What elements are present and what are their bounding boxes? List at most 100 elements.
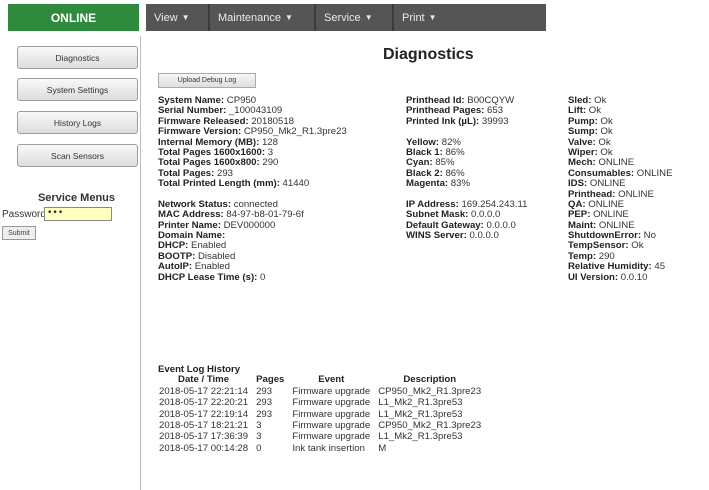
info-key: ShutdownError: [568,230,642,242]
info-value: Ok [586,105,602,117]
menu-service[interactable]: Service ▼ [316,4,394,31]
info-key: Subnet Mask: [406,209,469,221]
info-value: Ok [597,126,613,138]
info-value: Disabled [195,250,236,262]
table-row: 2018-05-17 00:14:28 0 Ink tank insertion M [157,442,487,454]
info-key: Valve: [568,136,596,148]
sidebar-button-diagnostics[interactable]: Diagnostics [17,46,138,69]
info-value: 293 [214,167,234,179]
table-cell: 2018-05-17 17:36:39 [159,431,249,443]
info-key: Printhead Id: [406,95,465,106]
info-key: Network Status: [158,198,232,210]
info-key: TempSensor: [568,240,629,252]
info-key: Firmware Version: [158,126,242,138]
submit-button[interactable]: Submit [2,226,36,240]
info-key: Relative Humidity: [568,261,652,273]
sidebar-button-history-logs[interactable]: History Logs [17,111,138,134]
info-key: Black 2: [406,167,443,179]
menu-bar: View ▼ Maintenance ▼ Service ▼ Print ▼ [146,4,546,31]
info-value: 653 [484,105,504,117]
system-info-column: System Name: CP950 Serial Number: _100043… [158,95,347,283]
upload-debug-log-button[interactable]: Upload Debug Log [158,73,256,88]
chevron-down-icon: ▼ [428,13,437,22]
info-value: 86% [442,146,465,158]
info-key: IP Address: [406,198,459,210]
info-key: Total Pages 1600x800: [158,157,260,169]
table-cell: Firmware upgrade [292,386,371,398]
menu-service-label: Service [324,11,361,24]
sidebar-button-scan-sensors[interactable]: Scan Sensors [17,144,138,167]
menu-maintenance-label: Maintenance [218,11,281,24]
info-key: Firmware Released: [158,115,249,127]
info-value: Ok [595,136,611,148]
chevron-down-icon: ▼ [364,13,373,22]
info-value: ONLINE [615,188,654,200]
info-value: 83% [448,178,470,190]
table-cell: 0 [256,442,262,454]
info-value: 128 [259,136,278,148]
info-value: 169.254.243.11 [458,198,528,210]
info-value: Enabled [188,240,227,252]
info-row: DHCP Lease Time (s): 0 [158,271,347,283]
table-cell: M [378,442,387,454]
info-value: CP950 [224,95,257,106]
menu-view[interactable]: View ▼ [146,4,210,31]
info-key: IDS: [568,178,588,190]
info-value: 0.0.10 [618,271,648,283]
info-key: Internal Memory (MB): [158,136,260,148]
info-key: Domain Name: [158,230,226,242]
component-status-column: Sled: Ok Lift: Ok Pump: Ok Sump: Ok Valve: O… [568,95,673,283]
info-value: Ok [597,115,613,127]
chevron-down-icon: ▼ [181,13,190,22]
info-key: Serial Number: [158,105,227,117]
info-value: 0.0.0.0 [466,230,499,242]
info-row: Printed Ink (µL): 39993 [406,115,527,127]
info-value: 0.0.0.0 [468,209,501,221]
info-value: ONLINE [590,209,629,221]
info-key: Maint: [568,219,597,231]
table-cell: Firmware upgrade [292,397,371,409]
info-key: Sled: [568,95,592,106]
sidebar: Diagnostics System Settings History Logs… [0,36,141,490]
info-key: BOOTP: [158,250,196,262]
info-value: 39993 [479,115,509,127]
info-value: 3 [265,146,274,158]
info-key: Printhead Pages: [406,105,485,117]
printhead-info-column: Printhead Id: B00CQYW Printhead Pages: 65… [406,95,528,242]
menu-view-label: View [154,11,178,24]
chevron-down-icon: ▼ [285,13,293,22]
menu-maintenance[interactable]: Maintenance ▼ [210,4,316,31]
info-value: ONLINE [585,198,624,210]
info-key: Yellow: [406,136,440,148]
top-bar: ONLINE View ▼ Maintenance ▼ Service ▼ Pr… [0,0,709,36]
info-value: 84-97-b8-01-79-6f [223,209,304,221]
table-cell: 2018-05-17 00:14:28 [159,442,249,454]
table-cell: L1_Mk2_R1.3pre53 [378,408,463,420]
info-key: Printer Name: [158,219,221,231]
info-key: Printhead: [568,188,616,200]
menu-print[interactable]: Print ▼ [394,4,450,31]
sidebar-button-system-settings[interactable]: System Settings [17,78,138,101]
info-value: Ok [591,95,607,106]
info-value: B00CQYW [464,95,515,106]
info-value: 41440 [279,178,310,190]
info-value: 290 [259,157,279,169]
password-input[interactable]: ••• [44,207,112,221]
table-row: 2018-05-17 22:21:14 293 Firmware upgrade CP… [157,386,487,397]
info-value: 86% [442,167,465,179]
table-cell: 2018-05-17 22:21:14 [159,386,249,398]
info-value: ONLINE [634,167,673,179]
table-cell: CP950_Mk2_R1.3pre23 [378,386,482,398]
info-key: Mech: [568,157,596,169]
info-key: WINS Server: [406,230,467,242]
table-cell: L1_Mk2_R1.3pre53 [378,397,463,409]
info-value: Ok [597,146,613,158]
info-key: UI Version: [568,271,619,283]
info-key: Magenta: [406,178,449,190]
info-value: No [641,230,656,242]
info-value: 45 [651,261,666,273]
info-value: 0 [257,271,266,283]
table-cell: Firmware upgrade [292,408,371,420]
info-key: Consumables: [568,167,635,179]
info-key: Lift: [568,105,587,117]
